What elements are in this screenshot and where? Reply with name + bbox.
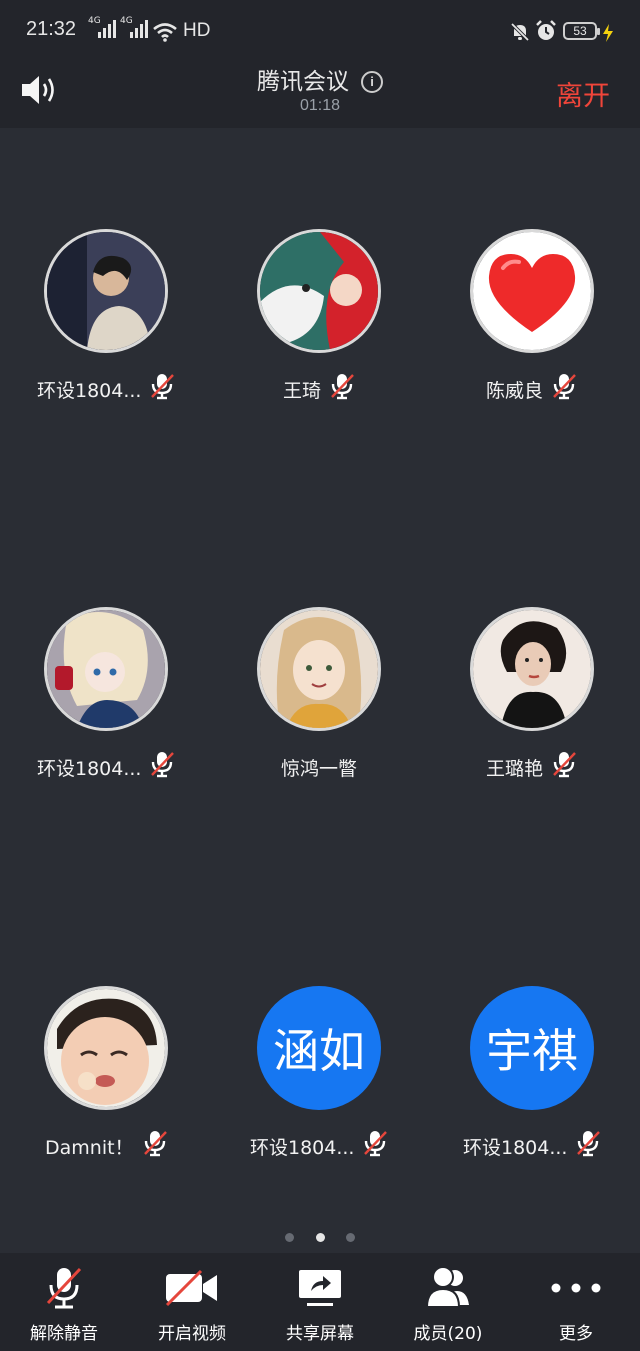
microphone-muted-icon xyxy=(362,1129,388,1157)
status-bar: 21:32 4G 4G HD 53 xyxy=(0,0,640,62)
start-video-label: 开启视频 xyxy=(158,1324,226,1344)
status-time: 21:32 xyxy=(26,18,77,40)
participant-avatar[interactable]: 涵如 xyxy=(257,986,381,1110)
participant-name: Damnit！ xyxy=(45,1137,134,1159)
avatar-initials: 涵如 xyxy=(273,1024,365,1078)
members-label: 成员(20) xyxy=(413,1324,483,1344)
participant-name: 王璐艳 xyxy=(486,758,544,780)
participant-name: 环设1804... xyxy=(37,380,142,402)
page-dot-active[interactable] xyxy=(315,1233,325,1242)
share-screen-icon xyxy=(299,1270,341,1306)
participant-avatar[interactable] xyxy=(257,607,381,731)
meeting-header: 腾讯会议 i 01:18 离开 xyxy=(0,62,640,128)
participant-avatar[interactable] xyxy=(44,607,168,731)
cellular-signal-icon-2: 4G xyxy=(120,16,148,38)
alarm-icon xyxy=(536,20,556,40)
members-button[interactable]: 成员(20) xyxy=(384,1253,512,1351)
members-icon xyxy=(425,1266,469,1308)
microphone-muted-icon xyxy=(149,750,175,778)
hd-indicator: HD xyxy=(183,20,211,41)
start-video-button[interactable]: 开启视频 xyxy=(128,1253,256,1351)
participant-tile[interactable]: 王璐艳 xyxy=(426,506,639,806)
video-off-icon xyxy=(165,1269,217,1307)
meeting-toolbar: 解除静音 开启视频 共享屏幕 成员(20) 更多 xyxy=(0,1253,640,1351)
unmute-button[interactable]: 解除静音 xyxy=(0,1253,128,1351)
microphone-muted-icon xyxy=(329,372,355,400)
participant-avatar[interactable] xyxy=(44,986,168,1110)
participant-tile[interactable]: 涵如环设1804... xyxy=(213,885,426,1185)
page-indicator[interactable] xyxy=(0,1227,640,1246)
wifi-icon xyxy=(153,23,177,42)
share-screen-button[interactable]: 共享屏幕 xyxy=(256,1253,384,1351)
participant-name: 惊鸿一瞥 xyxy=(281,758,358,780)
page-dot[interactable] xyxy=(345,1233,355,1242)
participant-name: 环设1804... xyxy=(463,1137,568,1159)
share-screen-label: 共享屏幕 xyxy=(286,1324,354,1344)
participant-tile[interactable]: 环设1804... xyxy=(0,506,213,806)
page-dot[interactable] xyxy=(285,1233,295,1242)
participant-avatar[interactable] xyxy=(44,229,168,353)
avatar-initials: 宇祺 xyxy=(486,1024,578,1078)
participant-tile[interactable]: 惊鸿一瞥 xyxy=(213,506,426,806)
unmute-label: 解除静音 xyxy=(30,1324,98,1344)
participant-name: 王琦 xyxy=(283,380,322,402)
microphone-muted-icon xyxy=(551,372,577,400)
microphone-muted-icon xyxy=(575,1129,601,1157)
participant-name: 陈威良 xyxy=(486,380,544,402)
participant-name: 环设1804... xyxy=(37,758,142,780)
microphone-muted-icon xyxy=(142,1129,168,1157)
meeting-title[interactable]: 腾讯会议 i xyxy=(0,62,640,96)
info-icon[interactable]: i xyxy=(361,71,383,93)
more-icon xyxy=(551,1283,601,1293)
microphone-muted-icon xyxy=(551,750,577,778)
meeting-timer: 01:18 xyxy=(299,97,341,114)
more-label: 更多 xyxy=(559,1324,593,1344)
bell-off-icon xyxy=(510,22,530,42)
participant-avatar[interactable] xyxy=(257,229,381,353)
participant-tile[interactable]: 环设1804... xyxy=(0,128,213,428)
participant-avatar[interactable] xyxy=(470,607,594,731)
cellular-signal-icon: 4G xyxy=(88,16,116,38)
participant-tile[interactable]: Damnit！ xyxy=(0,885,213,1185)
participant-avatar[interactable]: 宇祺 xyxy=(470,986,594,1110)
leave-button[interactable]: 离开 xyxy=(556,74,610,113)
microphone-muted-icon xyxy=(149,372,175,400)
participant-tile[interactable]: 陈威良 xyxy=(426,128,639,428)
charging-icon xyxy=(603,24,613,42)
participant-tile[interactable]: 宇祺环设1804... xyxy=(426,885,639,1185)
more-button[interactable]: 更多 xyxy=(512,1253,640,1351)
participant-name: 环设1804... xyxy=(250,1137,355,1159)
microphone-muted-icon xyxy=(46,1267,82,1309)
participant-avatar[interactable] xyxy=(470,229,594,353)
participant-tile[interactable]: 王琦 xyxy=(213,128,426,428)
meeting-title-text: 腾讯会议 xyxy=(257,69,349,95)
battery-indicator: 53 xyxy=(563,22,600,40)
